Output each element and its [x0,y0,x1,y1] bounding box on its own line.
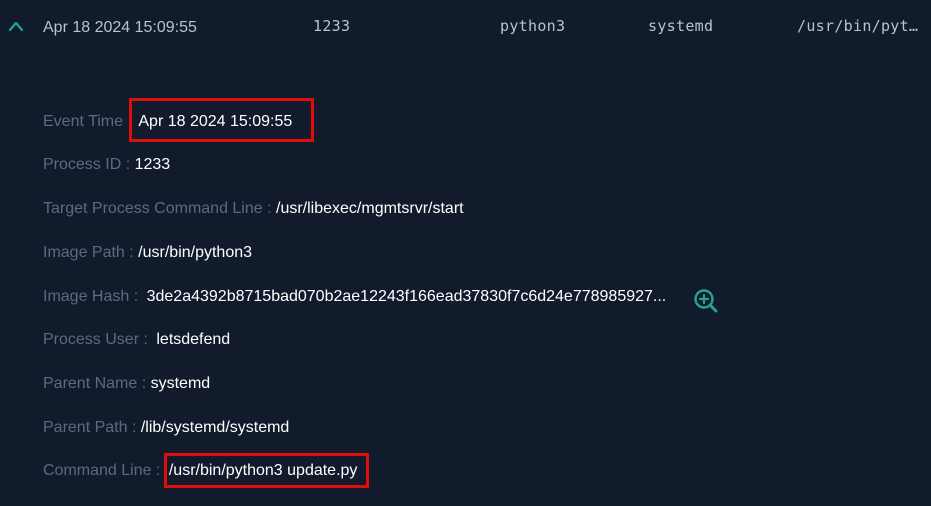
detail-label: Event Time : [43,113,137,130]
row-event-time: Apr 18 2024 15:09:55 [43,19,197,36]
row-image-path: /usr/bin/pyt… [797,17,919,35]
row-image-name: python3 [500,17,566,35]
event-row-header[interactable]: Apr 18 2024 15:09:55 1233 python3 system… [0,0,931,56]
detail-parent-name: Parent Name : systemd [43,375,210,393]
detail-label: Image Hash : [43,288,143,305]
detail-label: Parent Name : [43,375,151,392]
detail-process-user: Process User : letsdefend [43,331,230,349]
detail-value: systemd [150,375,211,392]
zoom-in-icon[interactable] [693,288,719,314]
detail-value: /usr/libexec/mgmtsrvr/start [276,200,464,217]
detail-value: 3de2a4392b8715bad070b2ae12243f166ead3783… [146,288,667,305]
row-process-id: 1233 [313,17,351,35]
detail-process-id: Process ID : 1233 [43,156,170,174]
detail-image-path: Image Path : /usr/bin/python3 [43,244,252,262]
detail-value: /lib/systemd/systemd [140,419,290,436]
row-parent-name: systemd [648,17,714,35]
detail-target-command-line: Target Process Command Line : /usr/libex… [43,200,464,218]
chevron-up-icon[interactable] [8,19,24,33]
detail-value: letsdefend [156,331,231,348]
detail-label: Parent Path : [43,419,141,436]
detail-image-hash: Image Hash : 3de2a4392b8715bad070b2ae122… [43,288,666,306]
detail-label: Process User : [43,331,153,348]
detail-label: Process ID : [43,156,135,173]
detail-label: Target Process Command Line : [43,200,276,217]
detail-value: /usr/bin/python3 [138,244,253,261]
detail-label: Command Line : [43,462,165,479]
detail-value: 1233 [134,156,171,173]
detail-label: Image Path : [43,244,139,261]
detail-parent-path: Parent Path : /lib/systemd/systemd [43,419,289,437]
highlight-box-event-time [129,98,314,142]
highlight-box-command-line [164,453,369,488]
